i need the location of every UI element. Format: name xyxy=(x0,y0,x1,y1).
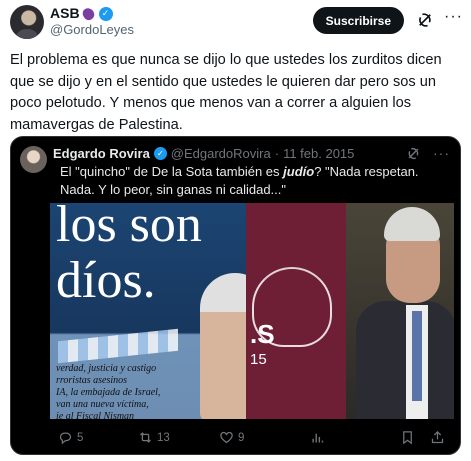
bookmark-icon xyxy=(403,431,412,445)
newspaper-lines: verdad, justicia y castigo rroristas ase… xyxy=(56,363,160,419)
share-button[interactable] xyxy=(430,430,450,445)
quoted-text-highlight: judío xyxy=(283,164,315,179)
quoted-separator: · xyxy=(274,145,280,161)
portrait-figure xyxy=(200,273,246,419)
quoted-post[interactable]: Edgardo Rovira ✓ @EdgardoRovira · 11 feb… xyxy=(10,136,461,455)
post-text: El problema es que nunca se dijo lo que … xyxy=(10,52,442,133)
repost-icon xyxy=(140,432,151,443)
avatar[interactable] xyxy=(10,5,44,39)
magazine-panel: .S 15 xyxy=(246,203,346,419)
share-icon xyxy=(431,430,444,444)
verified-badge-icon: ✓ xyxy=(98,6,113,21)
author-block: ASB ✓ @GordoLeyes xyxy=(50,5,134,38)
grok-icon[interactable] xyxy=(406,146,421,161)
author-name[interactable]: ASB xyxy=(50,5,80,22)
repost-count: 13 xyxy=(157,431,170,444)
man-hair xyxy=(384,207,440,241)
newspaper-line: IA, la embajada de Israel, xyxy=(56,387,161,398)
repost-button[interactable]: 13 xyxy=(138,430,219,445)
views-button[interactable] xyxy=(310,430,400,445)
quoted-avatar[interactable] xyxy=(20,145,47,173)
quoted-action-bar: 5 13 9 xyxy=(58,430,453,445)
author-handle[interactable]: @GordoLeyes xyxy=(50,22,134,38)
magazine-number: 15 xyxy=(250,351,267,368)
quoted-icons: ··· xyxy=(406,145,450,161)
quoted-meta: Edgardo Rovira ✓ @EdgardoRovira · 11 feb… xyxy=(53,146,354,161)
like-count: 9 xyxy=(238,431,245,444)
newspaper-line: van una nueva víctima, xyxy=(56,399,149,410)
reply-count: 5 xyxy=(77,431,84,444)
heart-icon xyxy=(220,431,233,444)
quoted-media-image[interactable]: los son díos. verdad, justicia y castigo… xyxy=(50,203,454,419)
views-icon xyxy=(312,433,324,443)
like-button[interactable]: 9 xyxy=(219,430,310,445)
more-options-icon[interactable]: ··· xyxy=(444,9,463,25)
man-suit xyxy=(356,301,454,419)
newspaper-line: rroristas asesinos xyxy=(56,375,128,386)
post-header: ASB ✓ @GordoLeyes Suscribirse ··· xyxy=(10,5,463,41)
quoted-date[interactable]: 11 feb. 2015 xyxy=(283,146,354,161)
quoted-author-name[interactable]: Edgardo Rovira xyxy=(53,146,150,161)
newspaper-line: verdad, justicia y castigo xyxy=(56,363,157,374)
quoted-author-handle[interactable]: @EdgardoRovira xyxy=(171,146,271,161)
verified-badge-icon: ✓ xyxy=(153,146,167,160)
eggplant-icon xyxy=(80,5,96,22)
headline-line-2: díos. xyxy=(56,252,156,309)
newspaper-line: ie al Fiscal Nisman xyxy=(56,411,135,419)
post: ASB ✓ @GordoLeyes Suscribirse ··· El pro… xyxy=(0,0,471,461)
subscribe-button[interactable]: Suscribirse xyxy=(312,7,405,34)
quoted-text: El "quincho" de De la Sota también es ju… xyxy=(60,163,450,198)
author-name-row[interactable]: ASB ✓ xyxy=(50,5,134,22)
newspaper-panel: los son díos. verdad, justicia y castigo… xyxy=(50,203,246,419)
magazine-letters: .S xyxy=(250,319,275,349)
reply-button[interactable]: 5 xyxy=(58,430,138,445)
reply-icon xyxy=(59,432,72,445)
man-tie xyxy=(412,311,422,401)
flag-stripes xyxy=(58,328,178,364)
bookmark-button[interactable] xyxy=(400,430,430,445)
quoted-text-before: El "quincho" de De la Sota también es xyxy=(60,164,284,179)
grok-icon[interactable] xyxy=(416,11,434,29)
more-options-icon[interactable]: ··· xyxy=(433,145,450,161)
quoted-header: Edgardo Rovira ✓ @EdgardoRovira · 11 feb… xyxy=(11,137,460,173)
photo-panel xyxy=(346,203,454,419)
headline-line-1: los son xyxy=(56,203,202,253)
